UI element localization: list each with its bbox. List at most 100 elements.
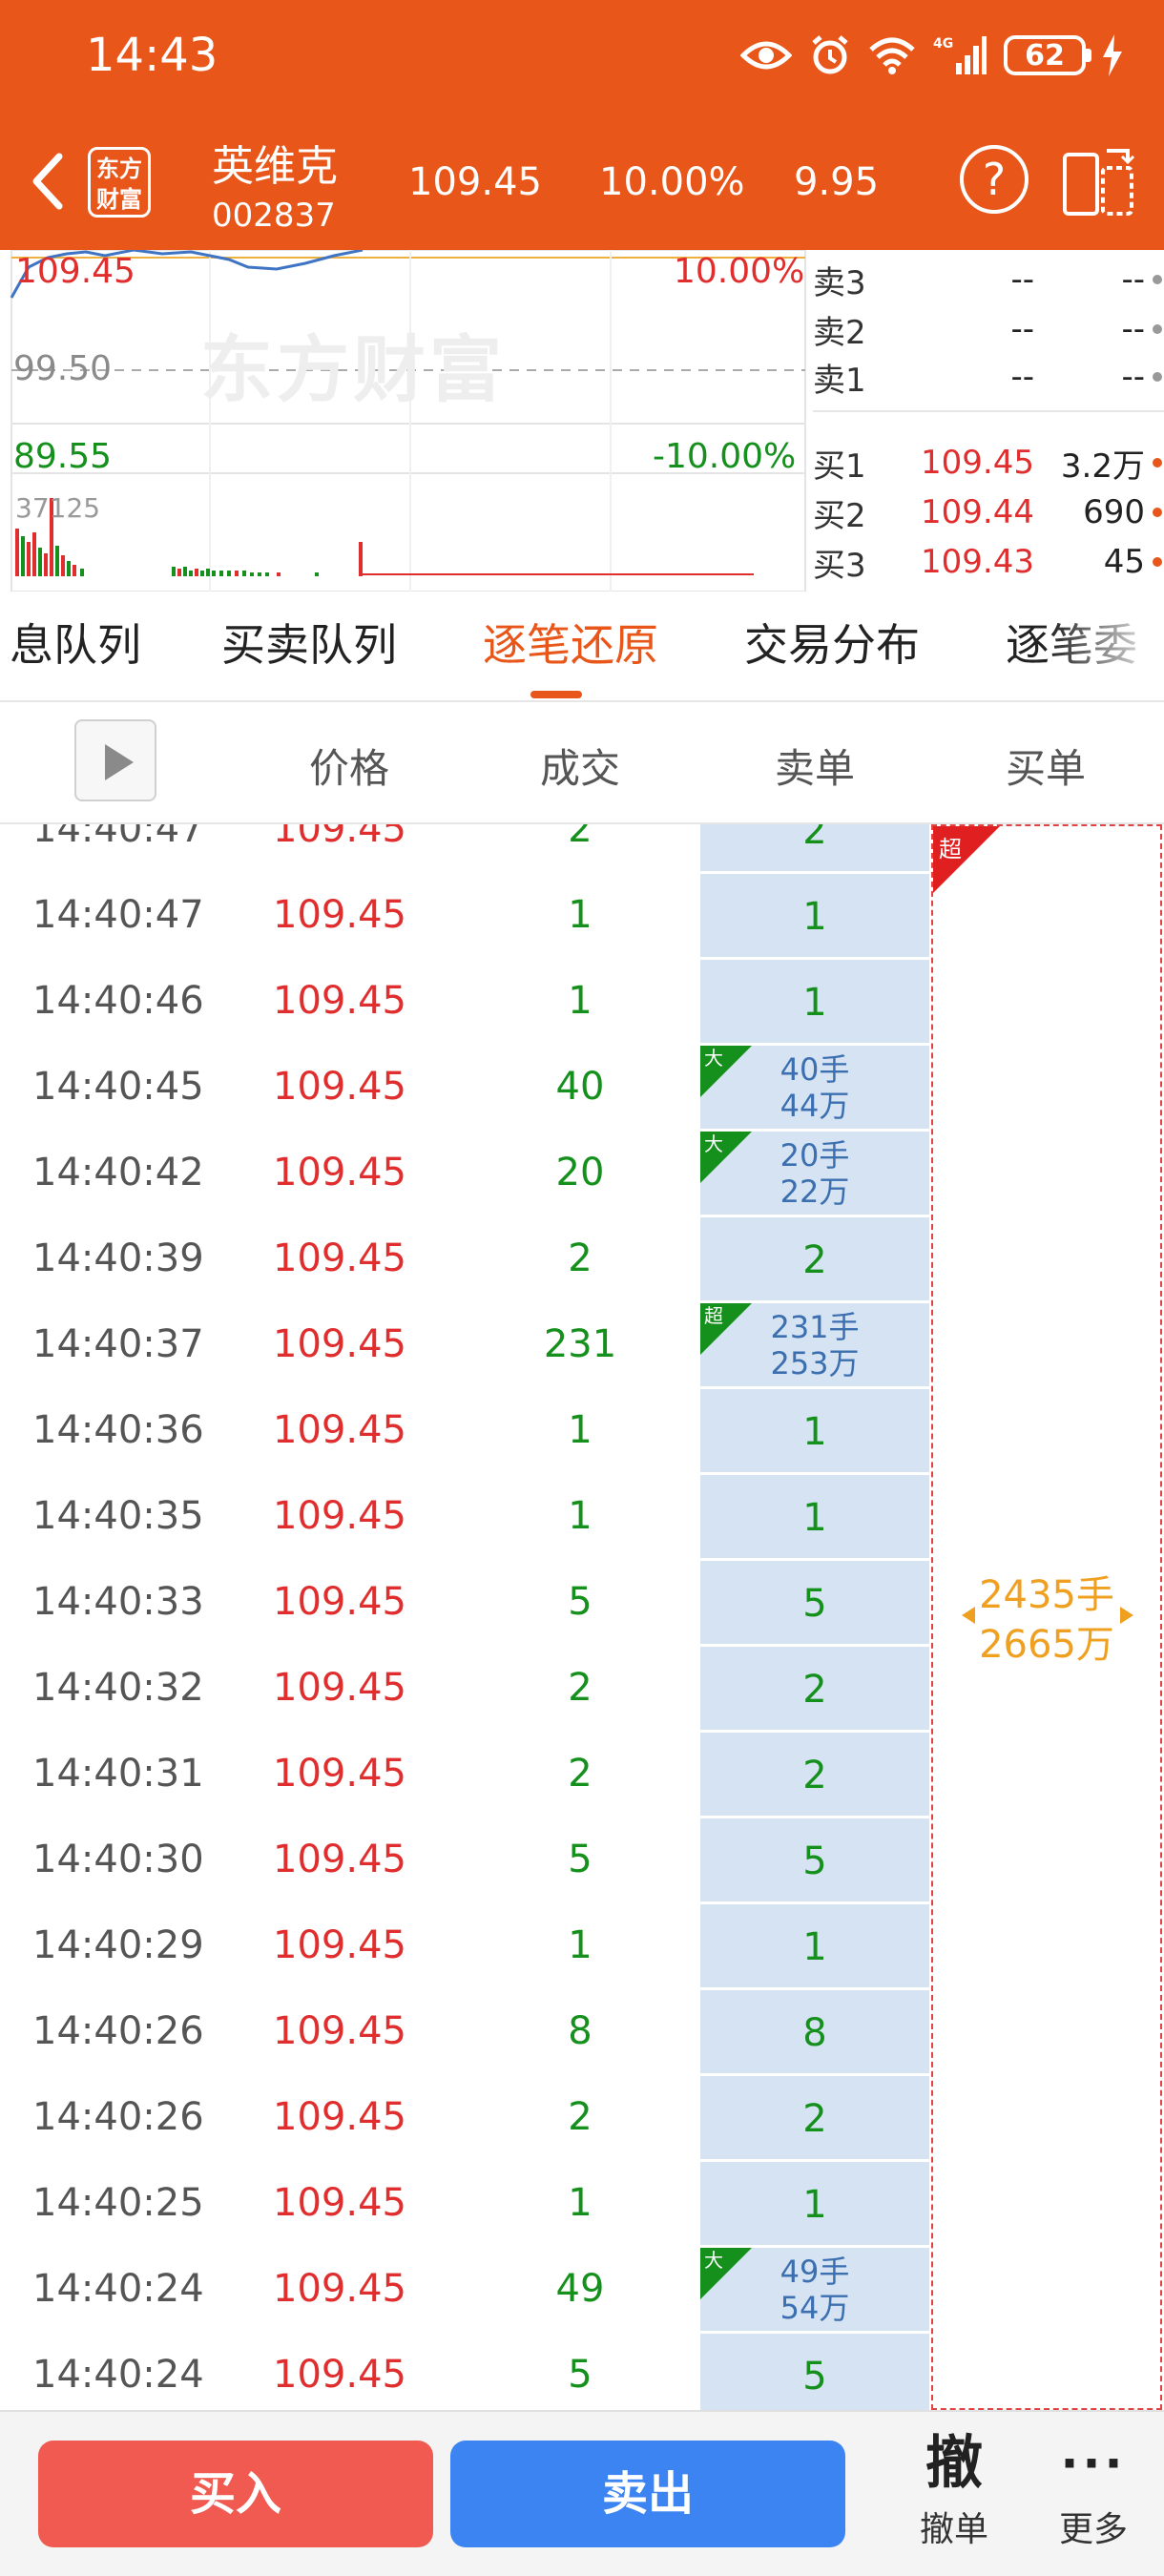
trade-volume: 40 (555, 1065, 605, 1109)
trade-volume: 2 (568, 1752, 592, 1796)
trade-time: 14:40:24 (32, 2267, 204, 2311)
cancel-order-button[interactable]: 撤 撤单 (897, 2425, 1011, 2568)
back-icon[interactable] (21, 145, 78, 218)
tab-bar: 息队列 买卖队列 逐笔还原 交易分布 逐笔委 (0, 592, 1164, 702)
trade-time: 14:40:24 (32, 2353, 204, 2397)
trade-volume: 2 (568, 824, 592, 851)
cancel-order-label: 撤单 (919, 2510, 988, 2549)
buy-tag-label: 超 (939, 836, 962, 862)
ob-price: 109.43 (921, 543, 1034, 581)
trade-volume: 1 (568, 1494, 592, 1538)
stock-code: 002837 (212, 197, 336, 235)
trade-time: 14:40:26 (32, 2009, 204, 2053)
trade-price: 109.45 (273, 1322, 406, 1366)
sell-order-cell: 1 (700, 1389, 929, 1475)
trade-price: 109.45 (273, 1752, 406, 1796)
tab-tick-restore[interactable]: 逐笔还原 (483, 611, 658, 674)
play-button[interactable] (74, 719, 156, 801)
trade-time: 14:40:29 (32, 1923, 204, 1967)
trade-time: 14:40:36 (32, 1408, 204, 1452)
ob-volume: -- (1121, 358, 1145, 396)
ob-dot (1153, 372, 1162, 382)
logo-text-2: 财富 (96, 186, 142, 213)
more-icon: ··· (1060, 2436, 1127, 2491)
stock-name: 英维克 (212, 142, 338, 191)
trade-time: 14:40:33 (32, 1580, 204, 1624)
ob-price: 109.45 (921, 444, 1034, 482)
tab-queue[interactable]: 息队列 (10, 611, 141, 674)
help-button[interactable]: ? (960, 145, 1029, 214)
ob-label: 卖3 (813, 263, 866, 302)
ob-dot (1153, 557, 1162, 567)
sell-order-cell: 1 (700, 1475, 929, 1561)
signal-icon: 4G (933, 36, 987, 74)
buy-order-block[interactable]: 超 2435手 2665万 (931, 824, 1162, 2410)
trade-volume: 49 (555, 2267, 605, 2311)
ob-volume: -- (1121, 260, 1145, 299)
chart-pct-high: 10.00% (674, 252, 805, 291)
trade-time: 14:40:26 (32, 2095, 204, 2139)
tab-bid-ask-queue[interactable]: 买卖队列 (221, 611, 397, 674)
ob-price: -- (1010, 358, 1034, 396)
ob-label: 买1 (813, 447, 866, 486)
layout-switch-icon[interactable] (1061, 145, 1137, 221)
trade-time: 14:40:47 (32, 893, 204, 937)
charging-icon (1103, 34, 1122, 76)
sell-order-cell: 8 (700, 1990, 929, 2076)
sell-button[interactable]: 卖出 (450, 2441, 845, 2547)
tab-trade-distribution[interactable]: 交易分布 (744, 611, 920, 674)
col-buy: 买单 (1005, 745, 1086, 792)
trade-time: 14:40:37 (32, 1322, 204, 1366)
intraday-chart-area[interactable]: 东方财富 109.45 10.00% 99.50 89.55 -10.00% 3… (0, 250, 1164, 592)
sell-order-cell: 5 (700, 2334, 929, 2410)
trade-volume: 8 (568, 2009, 592, 2053)
trade-price: 109.45 (273, 893, 406, 937)
header-change: 9.95 (794, 160, 880, 204)
trade-volume: 1 (568, 2181, 592, 2225)
ob-dot (1153, 324, 1162, 334)
more-button[interactable]: ··· 更多 (1036, 2425, 1151, 2568)
wifi-icon (869, 37, 915, 74)
ob-price: -- (1010, 310, 1034, 348)
trade-time: 14:40:45 (32, 1065, 204, 1109)
ob-volume: 690 (1083, 493, 1145, 531)
header-price: 109.45 (408, 160, 542, 204)
orderbook-row: 卖3 -- -- (813, 256, 1164, 303)
trade-price: 109.45 (273, 1065, 406, 1109)
ob-label: 买2 (813, 496, 866, 535)
trade-volume: 231 (543, 1322, 617, 1366)
logo-text-1: 东方 (96, 156, 142, 182)
trade-time: 14:40:42 (32, 1151, 204, 1195)
trade-price: 109.45 (273, 2353, 406, 2397)
trade-price: 109.45 (273, 2009, 406, 2053)
size-tag-label: 大 (704, 1132, 723, 1155)
sell-order-cell: 5 (700, 1561, 929, 1647)
tab-fade (1050, 592, 1164, 698)
trade-time: 14:40:30 (32, 1838, 204, 1881)
trade-price: 109.45 (273, 1236, 406, 1280)
sell-order-cell: 大 20手 22万 (700, 1132, 929, 1217)
sell-order-cell: 大 49手 54万 (700, 2248, 929, 2334)
buy-button[interactable]: 买入 (38, 2441, 433, 2547)
trade-price: 109.45 (273, 1666, 406, 1710)
trade-volume: 2 (568, 1666, 592, 1710)
trade-price: 109.45 (273, 2181, 406, 2225)
buy-order-lots: 2435手 (979, 1573, 1114, 1617)
trade-price: 109.45 (273, 2267, 406, 2311)
sell-order-cell: 1 (700, 874, 929, 960)
ob-volume: 45 (1103, 543, 1145, 581)
more-label: 更多 (1058, 2510, 1128, 2549)
trade-time: 14:40:31 (32, 1752, 204, 1796)
trade-volume: 2 (568, 2095, 592, 2139)
trade-time: 14:40:25 (32, 2181, 204, 2225)
trade-list[interactable]: 14:40:47 109.45 2 2 14:40:47 109.45 1 1 14:40:46… (0, 824, 1164, 2410)
alarm-icon (812, 35, 848, 74)
trade-volume: 1 (568, 893, 592, 937)
chart-pct-low: -10.00% (653, 437, 797, 476)
trade-price: 109.45 (273, 1838, 406, 1881)
sell-order-cell: 1 (700, 960, 929, 1046)
trade-volume: 2 (568, 1236, 592, 1280)
trade-time: 14:40:46 (32, 979, 204, 1023)
trade-volume: 5 (568, 1838, 592, 1881)
active-tab-indicator (530, 691, 582, 698)
